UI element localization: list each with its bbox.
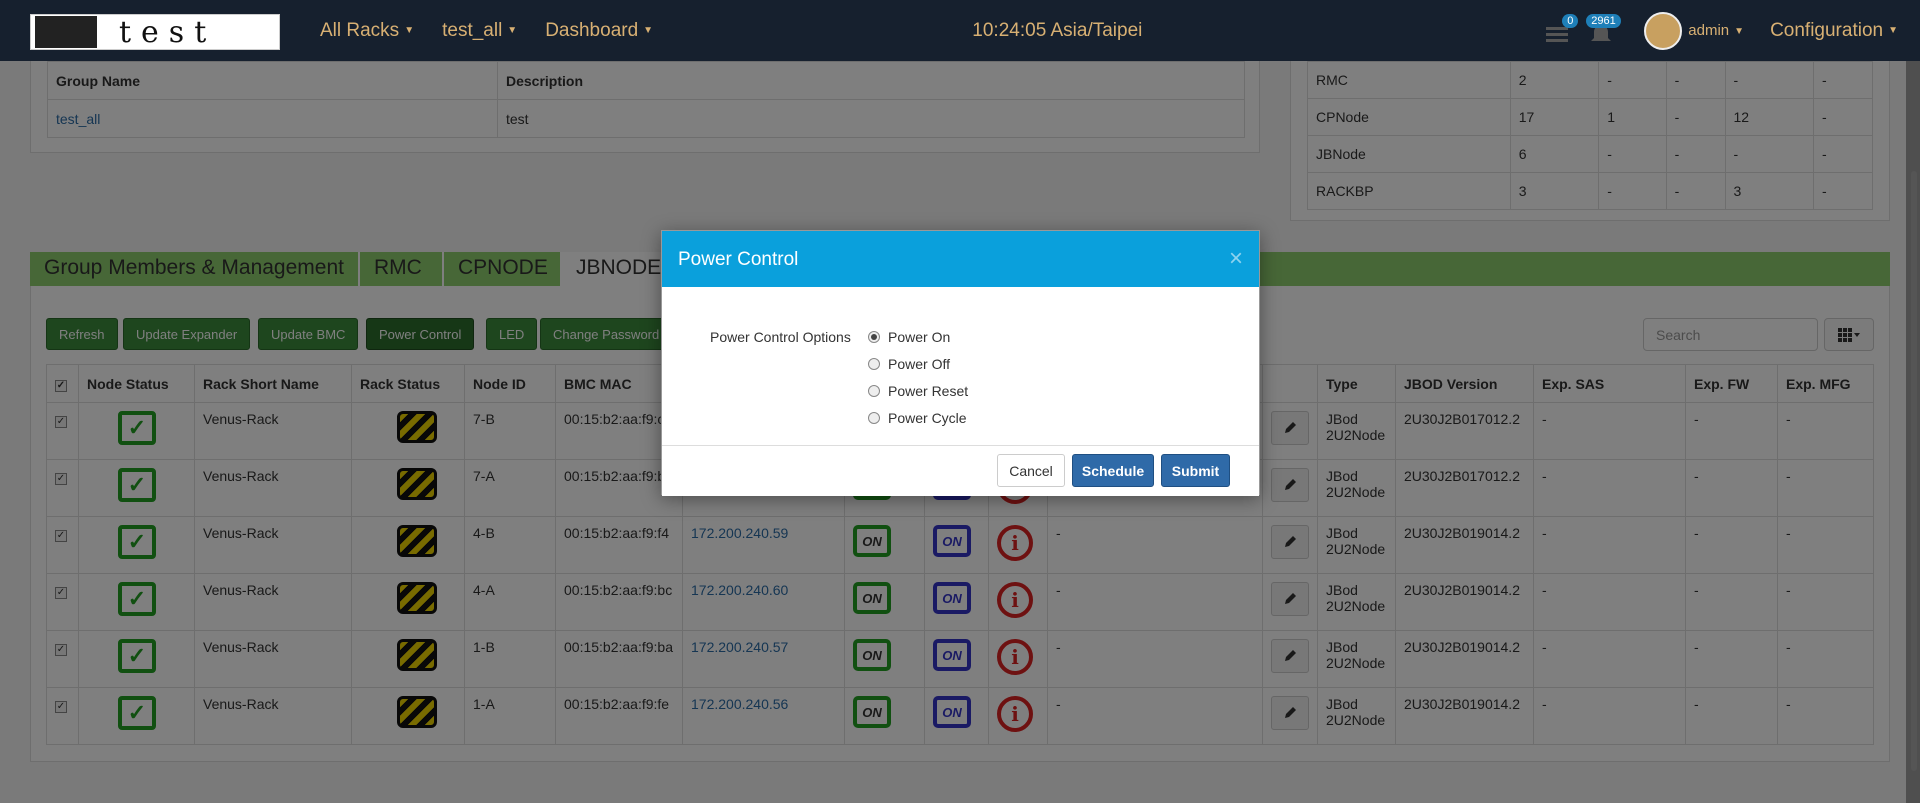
close-icon[interactable]: × — [1229, 245, 1243, 273]
nav-test-all[interactable]: test_all ▼ — [442, 20, 517, 42]
power-cycle-option[interactable]: Power Cycle — [868, 410, 967, 426]
power-on-radio[interactable] — [868, 331, 880, 343]
alerts-button[interactable]: 2961 — [1586, 13, 1621, 46]
power-reset-option[interactable]: Power Reset — [868, 383, 968, 399]
nav-all-racks[interactable]: All Racks ▼ — [320, 20, 414, 42]
power-options-label: Power Control Options — [710, 329, 851, 345]
page-scrollbar[interactable] — [1906, 61, 1920, 803]
power-control-dialog: Power Control × Power Control Options Po… — [661, 230, 1260, 496]
power-on-option[interactable]: Power On — [868, 329, 950, 345]
configuration-menu[interactable]: Configuration ▼ — [1770, 20, 1898, 42]
alerts-badge: 2961 — [1586, 13, 1621, 28]
cancel-button[interactable]: Cancel — [997, 454, 1065, 487]
logo-mark-icon — [35, 16, 97, 48]
user-menu[interactable]: admin ▼ — [1688, 22, 1744, 39]
clock: 10:24:05 Asia/Taipei — [972, 19, 1143, 41]
caret-down-icon: ▼ — [404, 24, 415, 36]
top-navbar: test All Racks ▼ test_all ▼ Dashboard ▼ 10:… — [0, 0, 1920, 61]
scrollbar-thumb[interactable] — [1911, 171, 1917, 771]
messages-button[interactable]: 0 — [1544, 13, 1579, 46]
power-off-option[interactable]: Power Off — [868, 356, 950, 372]
caret-down-icon: ▼ — [507, 24, 518, 36]
submit-button[interactable]: Submit — [1161, 454, 1230, 487]
dialog-header: Power Control × — [662, 231, 1259, 287]
dialog-body: Power Control Options Power On Power Off… — [662, 287, 1259, 446]
schedule-button[interactable]: Schedule — [1072, 454, 1154, 487]
messages-badge: 0 — [1562, 13, 1579, 28]
power-cycle-radio[interactable] — [868, 412, 880, 424]
power-reset-radio[interactable] — [868, 385, 880, 397]
power-off-radio[interactable] — [868, 358, 880, 370]
avatar[interactable] — [1644, 11, 1683, 50]
nav-dashboard[interactable]: Dashboard ▼ — [545, 20, 653, 42]
brand-logo[interactable]: test — [30, 14, 280, 50]
caret-down-icon: ▼ — [1734, 25, 1745, 37]
logo-text: test — [119, 14, 217, 50]
dialog-title: Power Control — [678, 249, 799, 270]
dialog-footer: Cancel Schedule Submit — [662, 446, 1259, 496]
caret-down-icon: ▼ — [643, 24, 654, 36]
caret-down-icon: ▼ — [1888, 24, 1898, 36]
